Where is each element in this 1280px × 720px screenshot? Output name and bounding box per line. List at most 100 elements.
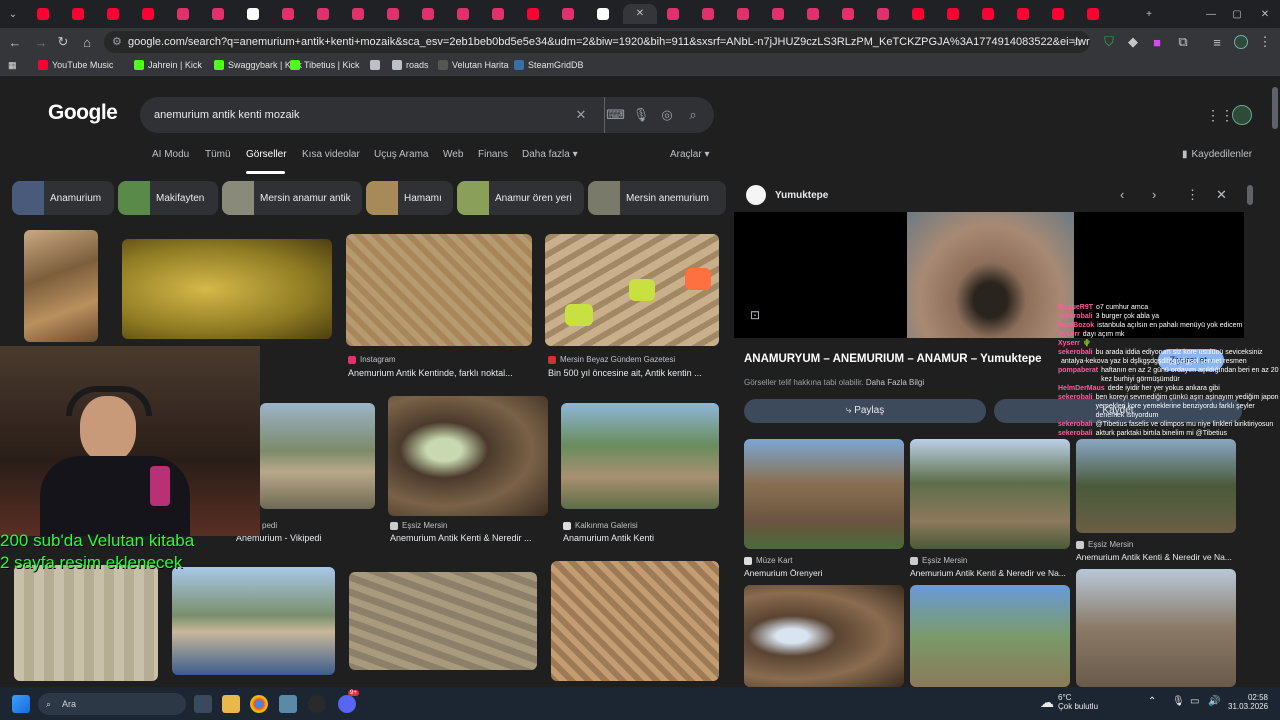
- browser-tab-9[interactable]: [343, 4, 373, 24]
- nav-tab-1[interactable]: Tümü: [205, 149, 231, 160]
- lens-icon[interactable]: ◎: [656, 97, 678, 133]
- back-button[interactable]: ←: [6, 33, 24, 51]
- new-tab-button[interactable]: +: [1134, 4, 1164, 24]
- browser-tab-26[interactable]: [938, 4, 968, 24]
- browser-tab-0[interactable]: [28, 4, 58, 24]
- more-options-icon[interactable]: ⋮: [1186, 187, 1199, 203]
- browser-tab-15[interactable]: [553, 4, 583, 24]
- account-avatar[interactable]: [1232, 105, 1252, 125]
- browser-tab-12[interactable]: [448, 4, 478, 24]
- keyboard-icon[interactable]: ⌨: [604, 97, 626, 133]
- nav-tab-6[interactable]: Finans: [478, 149, 508, 160]
- result-image-11[interactable]: [551, 561, 719, 681]
- related-chip[interactable]: Makifayten: [118, 181, 218, 215]
- site-info-icon[interactable]: ⚙: [112, 31, 122, 53]
- result-image-2[interactable]: [122, 239, 332, 339]
- panel-site-name[interactable]: Yumuktepe: [775, 190, 828, 201]
- result-title-3[interactable]: Anemurium Antik Kentinde, farklı noktal.…: [348, 368, 528, 378]
- bookmark-item[interactable]: Jahrein | Kick: [134, 60, 202, 70]
- clock[interactable]: 02:58 31.03.2026: [1228, 693, 1268, 711]
- browser-tab-22[interactable]: [798, 4, 828, 24]
- result-image-8[interactable]: [14, 565, 158, 681]
- chrome-icon[interactable]: [250, 695, 268, 713]
- browser-tab-19[interactable]: [693, 4, 723, 24]
- profile-avatar[interactable]: [1232, 33, 1250, 51]
- browser-tab-17[interactable]: ✕: [623, 4, 657, 24]
- obs-icon[interactable]: [308, 695, 326, 713]
- browser-tab-27[interactable]: [973, 4, 1003, 24]
- mic-tray-icon[interactable]: 🎙: [1172, 696, 1185, 707]
- panel-scrollbar[interactable]: [1247, 185, 1253, 205]
- browser-tab-2[interactable]: [98, 4, 128, 24]
- task-view-icon[interactable]: [194, 695, 212, 713]
- discord-icon[interactable]: [338, 695, 356, 713]
- result-image-3[interactable]: [346, 234, 532, 346]
- google-logo[interactable]: Google: [48, 101, 118, 125]
- related-image-5[interactable]: [910, 585, 1070, 687]
- nav-tab-0[interactable]: AI Modu: [152, 149, 189, 160]
- result-image-4[interactable]: [545, 234, 719, 346]
- related-title-2[interactable]: Anemurium Antik Kenti & Neredir ve Na...: [910, 568, 1070, 578]
- result-image-7[interactable]: [561, 403, 719, 509]
- browser-tab-10[interactable]: [378, 4, 408, 24]
- next-image-icon[interactable]: ›: [1152, 187, 1156, 202]
- panel-title[interactable]: ANAMURYUM – ANEMURIUM – ANAMUR – Yumukte…: [744, 353, 1042, 365]
- reload-button[interactable]: ↻: [54, 33, 72, 51]
- more-info-link[interactable]: Daha Fazla Bilgi: [866, 378, 924, 387]
- browser-tab-5[interactable]: [203, 4, 233, 24]
- apps-grid-icon[interactable]: ▦: [8, 60, 17, 71]
- address-bar[interactable]: ⚙ google.com/search?q=anemurium+antik+ke…: [104, 31, 1090, 53]
- bookmark-item[interactable]: SteamGridDB: [514, 60, 584, 70]
- result-title-7[interactable]: Anamurium Antik Kenti: [563, 533, 719, 543]
- related-title-3[interactable]: Anemurium Antik Kenti & Neredir ve Na...: [1076, 552, 1236, 562]
- result-image-1[interactable]: [24, 230, 98, 342]
- browser-tab-16[interactable]: [588, 4, 618, 24]
- bookmark-item[interactable]: Tibetius | Kick: [290, 60, 360, 70]
- nav-tab-5[interactable]: Web: [443, 149, 463, 160]
- result-image-5[interactable]: [260, 403, 375, 509]
- windows-start-icon[interactable]: [12, 695, 30, 713]
- volume-icon[interactable]: 🔊: [1208, 696, 1220, 707]
- bookmark-star-icon[interactable]: ☆: [1068, 33, 1086, 51]
- bookmark-item[interactable]: [370, 60, 384, 70]
- close-panel-icon[interactable]: ✕: [1216, 187, 1227, 203]
- related-image-1[interactable]: [744, 439, 904, 549]
- browser-menu-icon[interactable]: ⋮: [1256, 33, 1274, 51]
- browser-tab-13[interactable]: [483, 4, 513, 24]
- result-image-6[interactable]: [388, 396, 548, 516]
- related-image-4[interactable]: [744, 585, 904, 687]
- related-chip[interactable]: Mersin anemurium: [588, 181, 726, 215]
- browser-tab-6[interactable]: [238, 4, 268, 24]
- bookmark-item[interactable]: Swaggybark | Kick: [214, 60, 302, 70]
- browser-tab-3[interactable]: [133, 4, 163, 24]
- bookmark-item[interactable]: YouTube Music: [38, 60, 113, 70]
- browser-tab-20[interactable]: [728, 4, 758, 24]
- browser-tab-7[interactable]: [273, 4, 303, 24]
- nav-tab-4[interactable]: Uçuş Arama: [374, 149, 428, 160]
- browser-tab-30[interactable]: [1078, 4, 1108, 24]
- saved-link[interactable]: ▮ Kaydedilenler: [1182, 149, 1252, 160]
- page-scrollbar[interactable]: [1272, 87, 1278, 129]
- extensions-puzzle-icon[interactable]: ⧉: [1174, 33, 1192, 51]
- shield-extension-icon[interactable]: ⛉: [1100, 33, 1118, 51]
- nav-tab-3[interactable]: Kısa videolar: [302, 149, 360, 160]
- app-icon[interactable]: [279, 695, 297, 713]
- result-image-10[interactable]: [349, 572, 537, 670]
- file-explorer-icon[interactable]: [222, 695, 240, 713]
- related-image-2[interactable]: [910, 439, 1070, 549]
- result-title-4[interactable]: Bin 500 yıl öncesine ait, Antik kentin .…: [548, 368, 720, 378]
- related-chip[interactable]: Hamamı: [366, 181, 453, 215]
- display-icon[interactable]: ▭: [1190, 696, 1199, 707]
- browser-tab-18[interactable]: [658, 4, 688, 24]
- tab-search-chevron-icon[interactable]: ⌄: [2, 4, 24, 24]
- weather-widget[interactable]: ☁ 6°C Çok bulutlu: [1040, 693, 1098, 711]
- bookmark-item[interactable]: Velutan Harita: [438, 60, 509, 70]
- lens-search-icon[interactable]: ⊡: [750, 308, 760, 322]
- browser-tab-24[interactable]: [868, 4, 898, 24]
- browser-tab-8[interactable]: [308, 4, 338, 24]
- browser-tab-1[interactable]: [63, 4, 93, 24]
- result-image-9[interactable]: [172, 567, 335, 675]
- google-apps-icon[interactable]: ⋮⋮: [1206, 107, 1234, 124]
- nav-tab-7[interactable]: Daha fazla ▾: [522, 149, 578, 160]
- browser-tab-21[interactable]: [763, 4, 793, 24]
